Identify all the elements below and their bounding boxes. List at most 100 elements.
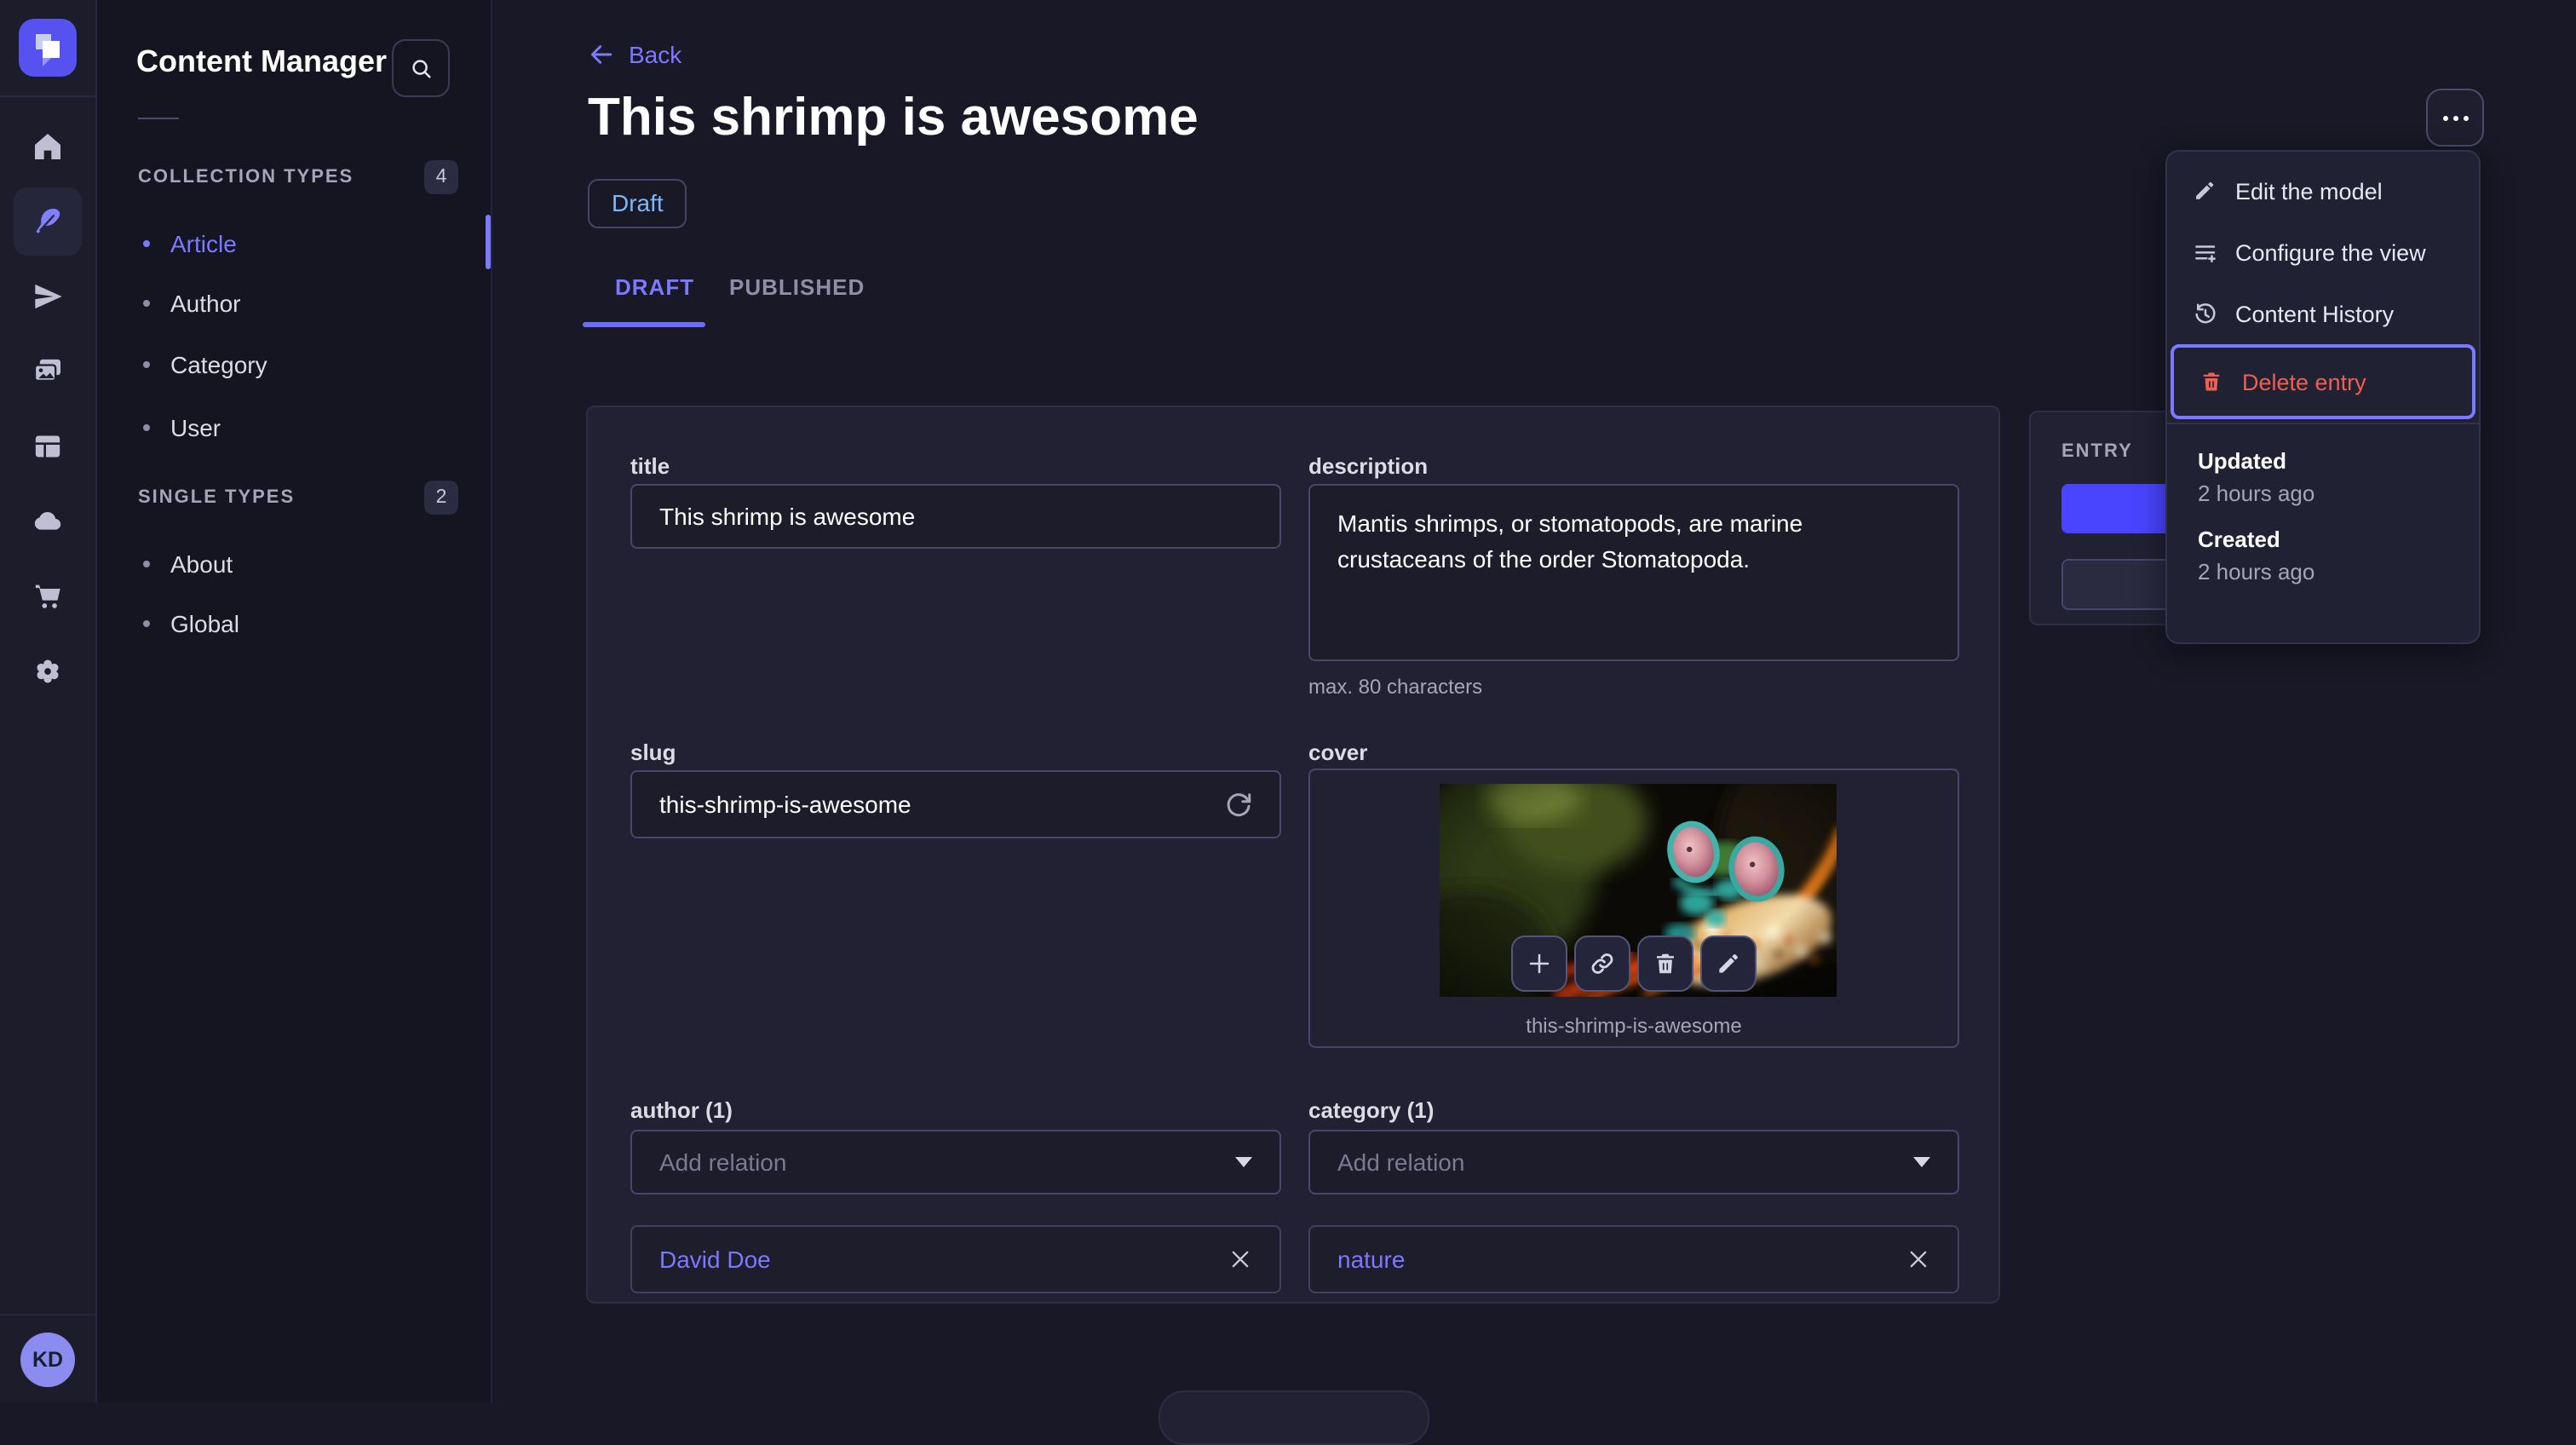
menu-item-edit-model[interactable]: Edit the model — [2167, 160, 2479, 222]
bullet-icon — [143, 300, 150, 307]
chevron-down-icon — [1913, 1157, 1930, 1167]
pencil-icon — [2191, 177, 2218, 204]
description-textarea[interactable]: Mantis shrimps, or stomatopods, are mari… — [1308, 484, 1959, 661]
trash-icon — [1653, 951, 1678, 976]
combobox-placeholder: Add relation — [1337, 1149, 1465, 1176]
configure-list-icon — [2191, 239, 2218, 266]
title-input[interactable] — [630, 484, 1281, 549]
subnav-title: Content Manager — [136, 44, 388, 78]
menu-item-content-history[interactable]: Content History — [2167, 283, 2479, 344]
cloud-icon[interactable] — [14, 487, 82, 556]
bottom-floating-pill[interactable] — [1159, 1390, 1429, 1445]
tab-draft[interactable]: DRAFT — [615, 274, 694, 300]
paper-plane-icon[interactable] — [14, 262, 82, 331]
add-asset-button[interactable] — [1511, 936, 1567, 992]
updated-value: 2 hours ago — [2198, 481, 2315, 506]
title-field-label: title — [630, 453, 670, 479]
description-field-label: description — [1308, 453, 1429, 479]
sidebar-item-label: About — [170, 550, 233, 578]
workspace-logo[interactable] — [0, 0, 95, 97]
delete-asset-button[interactable] — [1637, 936, 1693, 992]
back-label: Back — [629, 41, 682, 68]
tab-published[interactable]: PUBLISHED — [729, 274, 865, 300]
copy-link-button[interactable] — [1574, 936, 1630, 992]
back-link[interactable]: Back — [588, 41, 681, 68]
pencil-icon — [1716, 951, 1741, 976]
sidebar-item-article[interactable]: Article — [143, 225, 237, 262]
slug-input[interactable] — [630, 770, 1281, 838]
edit-asset-button[interactable] — [1700, 936, 1757, 992]
strapi-logo — [19, 19, 77, 77]
category-relation-item: nature — [1308, 1225, 1959, 1293]
menu-item-label: Content History — [2235, 301, 2395, 326]
close-icon[interactable] — [1228, 1247, 1252, 1271]
entry-meta: Updated 2 hours ago Created 2 hours ago — [2167, 424, 2479, 584]
rail-footer: KD — [0, 1314, 95, 1402]
media-library-icon[interactable] — [14, 337, 82, 406]
entry-form-card: title description Mantis shrimps, or sto… — [586, 406, 2000, 1304]
sidebar-item-user[interactable]: User — [143, 409, 221, 446]
status-badge: Draft — [588, 179, 687, 228]
sidebar-item-about[interactable]: About — [143, 545, 233, 583]
menu-item-delete-entry[interactable]: Delete entry — [2174, 348, 2472, 416]
search-icon — [408, 55, 434, 81]
history-icon — [2191, 300, 2218, 327]
home-icon[interactable] — [14, 112, 82, 181]
trash-icon — [2198, 368, 2225, 395]
app-window: KD Content Manager COLLECTION TYPES 4 Ar… — [0, 0, 2576, 1445]
cover-action-bar — [1310, 936, 1958, 992]
content-manager-subnav: Content Manager COLLECTION TYPES 4 Artic… — [95, 0, 492, 1402]
sidebar-item-global[interactable]: Global — [143, 605, 239, 642]
category-field-label: category (1) — [1308, 1097, 1435, 1123]
sidebar-item-category[interactable]: Category — [143, 346, 267, 383]
menu-item-label: Edit the model — [2235, 178, 2383, 204]
sidebar-item-label: Author — [170, 290, 241, 317]
menu-item-delete-highlight: Delete entry — [2171, 344, 2475, 419]
sidebar-item-label: User — [170, 414, 221, 441]
updated-label: Updated — [2198, 448, 2286, 474]
sidebar-item-label: Category — [170, 351, 267, 378]
bullet-icon — [143, 361, 150, 368]
cover-field-label: cover — [1308, 740, 1368, 765]
created-label: Created — [2198, 527, 2280, 552]
layout-builder-icon[interactable] — [14, 412, 82, 481]
more-actions-button[interactable] — [2426, 89, 2484, 147]
section-single-types: SINGLE TYPES — [138, 487, 296, 508]
ellipsis-icon — [2442, 115, 2447, 120]
bullet-icon — [143, 620, 150, 627]
collection-types-count: 4 — [424, 160, 458, 194]
chevron-down-icon — [1235, 1157, 1252, 1167]
bullet-icon — [143, 424, 150, 431]
search-button[interactable] — [392, 39, 450, 97]
author-relation-combobox[interactable]: Add relation — [630, 1130, 1281, 1195]
user-avatar[interactable]: KD — [20, 1332, 75, 1386]
relation-link[interactable]: David Doe — [659, 1246, 1228, 1273]
sidebar-item-label: Article — [170, 230, 237, 257]
menu-item-configure-view[interactable]: Configure the view — [2167, 222, 2479, 283]
single-types-count: 2 — [424, 481, 458, 515]
gear-icon[interactable] — [14, 637, 82, 705]
active-tab-underline — [583, 322, 705, 327]
plus-icon — [1527, 951, 1552, 976]
relation-link[interactable]: nature — [1337, 1246, 1906, 1273]
cart-icon[interactable] — [14, 562, 82, 630]
divider — [138, 118, 179, 119]
close-icon[interactable] — [1906, 1247, 1930, 1271]
category-relation-combobox[interactable]: Add relation — [1308, 1130, 1959, 1195]
feather-icon[interactable] — [14, 187, 82, 256]
rail-nav-items — [0, 112, 95, 705]
section-collection-types: COLLECTION TYPES — [138, 167, 354, 187]
arrow-left-icon — [588, 41, 615, 68]
cover-asset-card: this-shrimp-is-awesome — [1308, 769, 1959, 1048]
sidebar-item-author[interactable]: Author — [143, 285, 241, 322]
active-item-indicator — [486, 215, 491, 269]
menu-item-label: Delete entry — [2242, 369, 2366, 394]
bullet-icon — [143, 240, 150, 247]
entry-panel-label: ENTRY — [2061, 441, 2133, 462]
page-title: This shrimp is awesome — [588, 87, 1199, 147]
author-field-label: author (1) — [630, 1097, 733, 1123]
entry-actions-menu: Edit the model Configure the view Conten… — [2165, 150, 2481, 644]
created-value: 2 hours ago — [2198, 559, 2315, 584]
author-relation-item: David Doe — [630, 1225, 1281, 1293]
refresh-icon[interactable] — [1223, 789, 1254, 820]
